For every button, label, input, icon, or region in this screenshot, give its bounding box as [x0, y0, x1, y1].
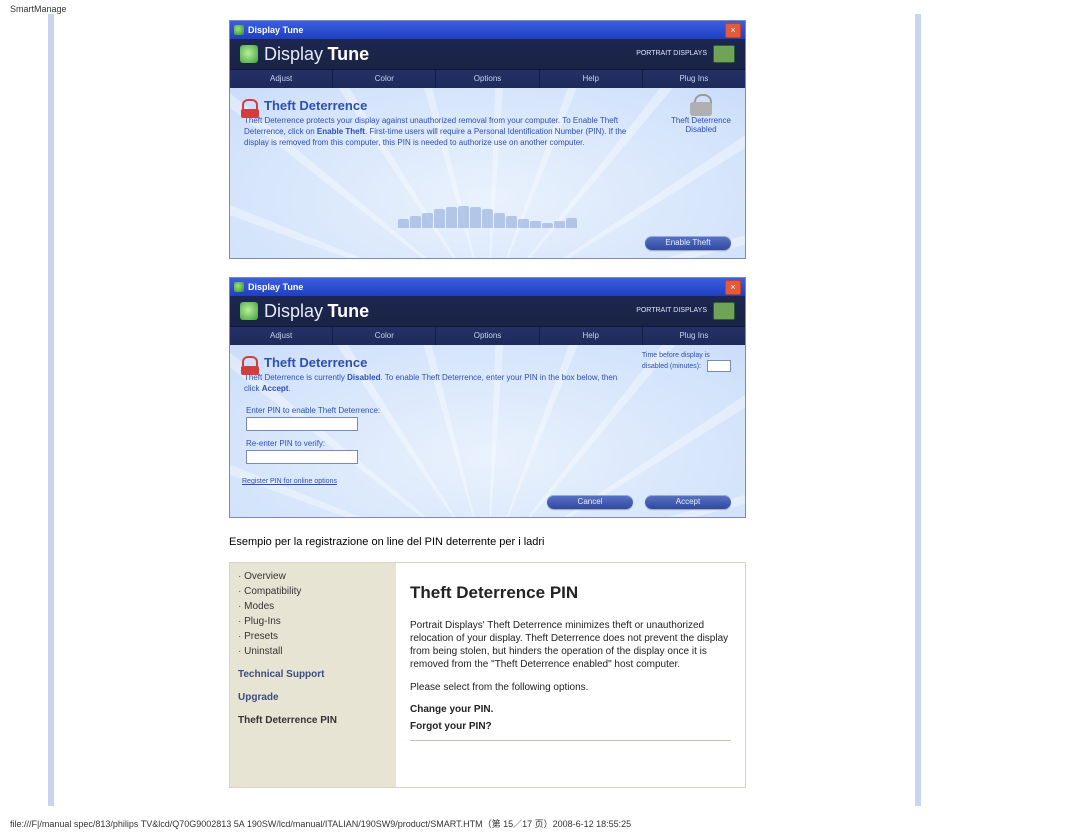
close-icon[interactable]: ×	[725, 280, 741, 295]
option-change-pin[interactable]: Change your PIN.	[410, 704, 731, 715]
tab-color[interactable]: Color	[333, 327, 436, 345]
sidebar-item-tech[interactable]: Technical Support	[238, 667, 388, 682]
display-tune-window-2: Display Tune × Display Tune PORTRAIT DIS…	[229, 277, 746, 518]
sidebar-item-overview[interactable]: Overview	[238, 569, 388, 584]
tab-bar: Adjust Color Options Help Plug Ins	[230, 70, 745, 88]
status-line-2: Disabled	[671, 125, 731, 134]
brand-text-b: Tune	[327, 301, 369, 321]
panel: Theft Deterrence Theft Deterrence protec…	[230, 88, 745, 258]
close-icon[interactable]: ×	[725, 23, 741, 38]
help-sidebar: Overview Compatibility Modes Plug-Ins Pr…	[230, 563, 396, 787]
timeout-input[interactable]	[707, 360, 731, 372]
option-forgot-pin[interactable]: Forgot your PIN?	[410, 721, 731, 732]
button-row: Cancel Accept	[547, 495, 731, 509]
status-line-1: Theft Deterrence	[671, 116, 731, 125]
titlebar-left: Display Tune	[234, 282, 303, 292]
brand-text-a: Display	[264, 301, 323, 321]
window-title: Display Tune	[248, 282, 303, 292]
pin-field: Enter PIN to enable Theft Deterrence:	[236, 398, 739, 431]
help-select: Please select from the following options…	[410, 681, 731, 694]
panel-title: Theft Deterrence	[264, 355, 367, 370]
tab-plugins[interactable]: Plug Ins	[643, 327, 745, 345]
button-row: Enable Theft	[645, 236, 731, 250]
brand: Display Tune	[240, 301, 369, 322]
tab-options[interactable]: Options	[436, 327, 539, 345]
panel-title: Theft Deterrence	[264, 98, 367, 113]
pin-verify-field: Re-enter PIN to verify:	[236, 431, 739, 464]
titlebar: Display Tune ×	[230, 278, 745, 296]
help-panel: Overview Compatibility Modes Plug-Ins Pr…	[229, 562, 746, 788]
status-block: Theft Deterrence Disabled	[671, 94, 731, 134]
app-icon	[234, 25, 244, 35]
monitor-icon	[713, 45, 735, 63]
tab-help[interactable]: Help	[540, 70, 643, 88]
help-paragraph: Portrait Displays' Theft Deterrence mini…	[410, 619, 731, 671]
footer-path: file:///F|/manual spec/813/philips TV&lc…	[10, 817, 631, 830]
brand-bar: Display Tune PORTRAIT DISPLAYS	[230, 296, 745, 327]
brand-text-b: Tune	[327, 44, 369, 64]
pin-input[interactable]	[246, 417, 358, 431]
pin-field-label: Enter PIN to enable Theft Deterrence:	[246, 406, 729, 415]
panel: Theft Deterrence Theft Deterrence is cur…	[230, 345, 745, 517]
sidebar-item-presets[interactable]: Presets	[238, 629, 388, 644]
brand-right-label: PORTRAIT DISPLAYS	[636, 307, 707, 315]
left-margin	[0, 14, 61, 806]
right-blue-bar	[915, 14, 921, 806]
tab-plugins[interactable]: Plug Ins	[643, 70, 745, 88]
window-title: Display Tune	[248, 25, 303, 35]
register-pin-link[interactable]: Register PIN for online options	[230, 478, 337, 485]
sidebar-item-plugins[interactable]: Plug-Ins	[238, 614, 388, 629]
pin-verify-label: Re-enter PIN to verify:	[246, 439, 729, 448]
right-margin	[915, 14, 1080, 806]
brand: Display Tune	[240, 44, 369, 65]
caption-text: Esempio per la registrazione on line del…	[229, 536, 744, 548]
accept-button[interactable]: Accept	[645, 495, 731, 509]
brand-right-label: PORTRAIT DISPLAYS	[636, 50, 707, 58]
brand-bar: Display Tune PORTRAIT DISPLAYS	[230, 39, 745, 70]
tab-help[interactable]: Help	[540, 327, 643, 345]
panel-description: Theft Deterrence is currently Disabled. …	[236, 372, 642, 398]
tab-adjust[interactable]: Adjust	[230, 70, 333, 88]
page-title: SmartManage	[0, 0, 1080, 14]
monitor-icon	[713, 302, 735, 320]
brand-icon	[240, 302, 258, 320]
lock-icon	[242, 356, 258, 370]
divider	[410, 740, 731, 741]
brand-right: PORTRAIT DISPLAYS	[636, 45, 735, 63]
app-icon	[234, 282, 244, 292]
main-column: Display Tune × Display Tune PORTRAIT DIS…	[61, 14, 915, 806]
sidebar-item-uninstall[interactable]: Uninstall	[238, 644, 388, 659]
decorative-histogram	[398, 206, 578, 228]
panel-description: Theft Deterrence protects your display a…	[236, 115, 642, 152]
tab-bar: Adjust Color Options Help Plug Ins	[230, 327, 745, 345]
cancel-button[interactable]: Cancel	[547, 495, 633, 509]
help-main: Theft Deterrence PIN Portrait Displays' …	[396, 563, 745, 787]
content-columns: Display Tune × Display Tune PORTRAIT DIS…	[0, 14, 1080, 806]
left-spacer	[54, 14, 60, 806]
sidebar-item-compatibility[interactable]: Compatibility	[238, 584, 388, 599]
display-tune-window-1: Display Tune × Display Tune PORTRAIT DIS…	[229, 20, 746, 259]
brand-icon	[240, 45, 258, 63]
lock-icon	[242, 99, 258, 113]
timeout-label-a: Time before display is	[642, 352, 710, 359]
timeout-block: Time before display is disabled (minutes…	[642, 351, 731, 372]
enable-theft-button[interactable]: Enable Theft	[645, 236, 731, 250]
timeout-label-b: disabled (minutes):	[642, 363, 701, 370]
sidebar-item-upgrade[interactable]: Upgrade	[238, 690, 388, 705]
titlebar: Display Tune ×	[230, 21, 745, 39]
sidebar-item-pin[interactable]: Theft Deterrence PIN	[238, 713, 388, 728]
lock-big-icon	[690, 94, 712, 114]
tab-color[interactable]: Color	[333, 70, 436, 88]
tab-adjust[interactable]: Adjust	[230, 327, 333, 345]
sidebar-item-modes[interactable]: Modes	[238, 599, 388, 614]
pin-verify-input[interactable]	[246, 450, 358, 464]
brand-text-a: Display	[264, 44, 323, 64]
tab-options[interactable]: Options	[436, 70, 539, 88]
brand-right: PORTRAIT DISPLAYS	[636, 302, 735, 320]
titlebar-left: Display Tune	[234, 25, 303, 35]
panel-heading: Theft Deterrence	[236, 94, 739, 115]
help-title: Theft Deterrence PIN	[410, 583, 731, 603]
